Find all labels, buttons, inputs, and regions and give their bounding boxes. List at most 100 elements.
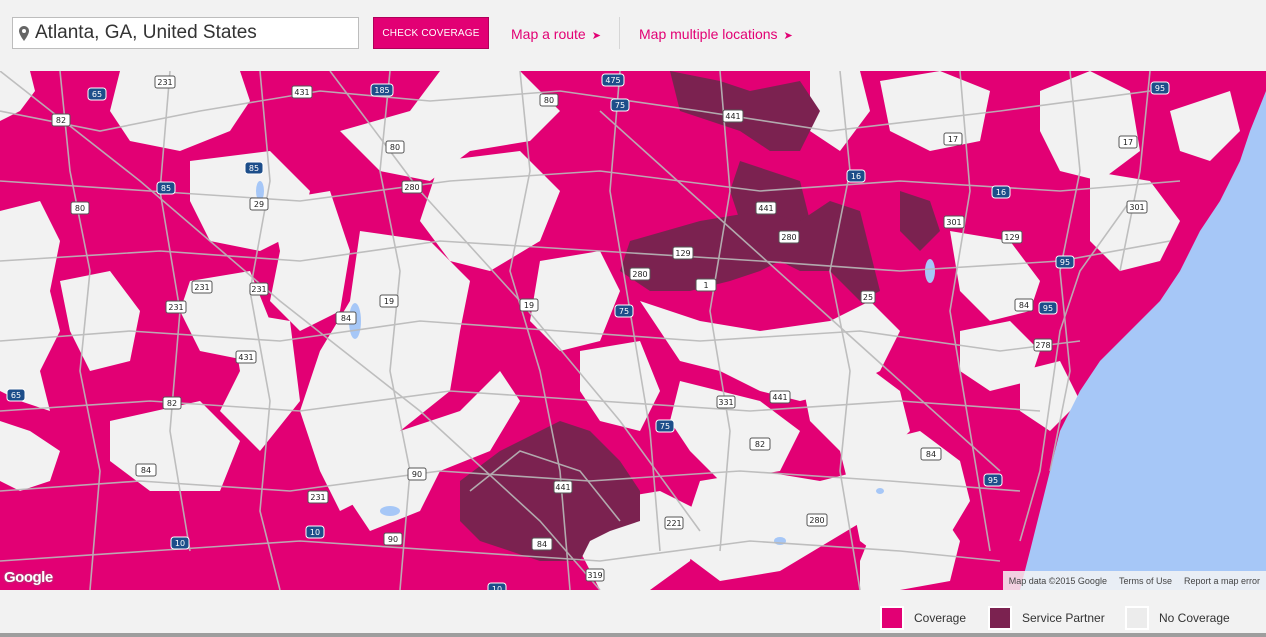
report-map-error-link[interactable]: Report a map error	[1178, 576, 1266, 586]
us-route-shield-label: 129	[675, 249, 690, 258]
us-route-shield: 231	[249, 282, 269, 296]
us-route-shield-label: 331	[718, 398, 733, 407]
us-route-shield-label: 84	[537, 540, 547, 549]
us-route-shield-label: 129	[1004, 233, 1019, 242]
us-route-shield-label: 82	[56, 116, 66, 125]
interstate-shield-label: 95	[988, 476, 998, 485]
legend-item-service-partner: Service Partner	[988, 606, 1105, 630]
us-route-shield: 80	[70, 201, 90, 215]
map-route-label: Map a route	[511, 26, 586, 42]
legend-label-service-partner: Service Partner	[1022, 611, 1105, 625]
us-route-shield-label: 82	[755, 440, 765, 449]
interstate-shield-label: 475	[605, 76, 620, 85]
legend-label-coverage: Coverage	[914, 611, 967, 625]
us-route-shield: 82	[51, 113, 71, 127]
us-route-shield: 19	[379, 294, 399, 308]
search-field[interactable]	[12, 17, 359, 49]
us-route-shield: 17	[1118, 135, 1138, 149]
us-route-shield: 84	[531, 537, 553, 551]
us-route-shield: 431	[235, 350, 257, 364]
interstate-shield: 75	[614, 304, 634, 318]
legend: Coverage Service Partner No Coverage	[0, 590, 1266, 637]
map-multiple-label: Map multiple locations	[639, 26, 778, 42]
map-data-text: Map data ©2015 Google	[1008, 575, 1107, 586]
interstate-shield-label: 65	[92, 90, 102, 99]
interstate-shield: 75	[610, 98, 630, 112]
us-route-shield-label: 441	[555, 483, 570, 492]
service-partner-swatch	[990, 608, 1010, 628]
coverage-swatch	[882, 608, 902, 628]
legend-swatch-wrap	[1125, 606, 1149, 630]
search-input[interactable]	[35, 22, 345, 44]
us-route-shield-label: 431	[294, 88, 309, 97]
arrow-right-icon: ➤	[591, 30, 601, 42]
us-route-shield: 280	[778, 230, 800, 244]
us-route-shield: 90	[383, 532, 403, 546]
us-route-shield: 441	[755, 201, 777, 215]
us-route-shield: 80	[385, 140, 405, 154]
interstate-shield: 65	[87, 87, 107, 101]
divider	[619, 17, 620, 49]
us-route-shield-label: 231	[157, 78, 172, 87]
interstate-shield-label: 65	[11, 391, 21, 400]
legend-item-coverage: Coverage	[880, 606, 966, 630]
us-route-shield-label: 319	[587, 571, 602, 580]
us-route-shield-label: 82	[167, 399, 177, 408]
us-route-shield-label: 17	[1123, 138, 1133, 147]
google-logo: Google	[4, 569, 53, 586]
coverage-map[interactable]: 65 85 85 475 75 75 75 16 16 95 95 95 95 …	[0, 71, 1266, 590]
interstate-shield: 75	[655, 419, 675, 433]
us-route-shield-label: 84	[341, 314, 351, 323]
us-route-shield: 17	[943, 132, 963, 146]
arrow-right-icon: ➤	[783, 30, 793, 42]
no-coverage-swatch	[1127, 608, 1147, 628]
interstate-shield-label: 85	[249, 164, 259, 173]
us-route-shield-label: 280	[781, 233, 796, 242]
location-pin-icon	[19, 25, 29, 41]
map-route-link[interactable]: Map a route ➤	[511, 26, 601, 42]
interstate-shield-label: 75	[619, 307, 629, 316]
us-route-shield: 84	[335, 311, 357, 325]
us-route-shield-label: 280	[809, 516, 824, 525]
us-route-shield: 129	[672, 246, 694, 260]
check-coverage-button[interactable]: CHECK COVERAGE	[373, 17, 489, 49]
us-route-shield-label: 80	[544, 96, 554, 105]
us-route-shield: 280	[806, 513, 828, 527]
us-route-shield-label: 221	[666, 519, 681, 528]
us-route-shield: 231	[154, 75, 176, 89]
interstate-shield: 10	[170, 536, 190, 550]
us-route-shield-label: 29	[254, 200, 264, 209]
us-route-shield: 301	[943, 215, 965, 229]
us-route-shield-label: 84	[926, 450, 936, 459]
interstate-shield: 95	[1038, 301, 1058, 315]
interstate-shield-label: 75	[615, 101, 625, 110]
legend-swatch-wrap	[880, 606, 904, 630]
interstate-shield-label: 85	[161, 184, 171, 193]
us-route-shield: 84	[135, 463, 157, 477]
map-multiple-locations-link[interactable]: Map multiple locations ➤	[639, 26, 793, 42]
terms-of-use-link[interactable]: Terms of Use	[1113, 576, 1178, 586]
us-route-shield: 231	[165, 300, 187, 314]
us-route-shield-label: 441	[758, 204, 773, 213]
us-route-shield: 221	[664, 516, 684, 530]
interstate-shield: 95	[1055, 255, 1075, 269]
interstate-shield: 10	[305, 525, 325, 539]
interstate-shield: 10	[487, 582, 507, 590]
us-route-shield: 278	[1033, 338, 1053, 352]
interstate-shield: 95	[1150, 81, 1170, 95]
legend-label-no-coverage: No Coverage	[1159, 611, 1230, 625]
us-route-shield: 441	[769, 390, 791, 404]
legend-item-no-coverage: No Coverage	[1125, 606, 1230, 630]
us-route-shield: 29	[249, 197, 269, 211]
interstate-shield: 85	[244, 161, 264, 175]
us-route-shield: 301	[1126, 200, 1148, 214]
interstate-shield-label: 16	[851, 172, 861, 181]
map-canvas[interactable]: 65 85 85 475 75 75 75 16 16 95 95 95 95 …	[0, 71, 1266, 590]
us-route-shield: 231	[307, 490, 329, 504]
us-route-shield: 84	[920, 447, 942, 461]
us-route-shield-label: 280	[404, 183, 419, 192]
us-route-shield: 231	[191, 280, 213, 294]
us-route-shield-label: 231	[251, 285, 266, 294]
us-route-shield-label: 231	[310, 493, 325, 502]
us-route-shield-label: 80	[390, 143, 400, 152]
